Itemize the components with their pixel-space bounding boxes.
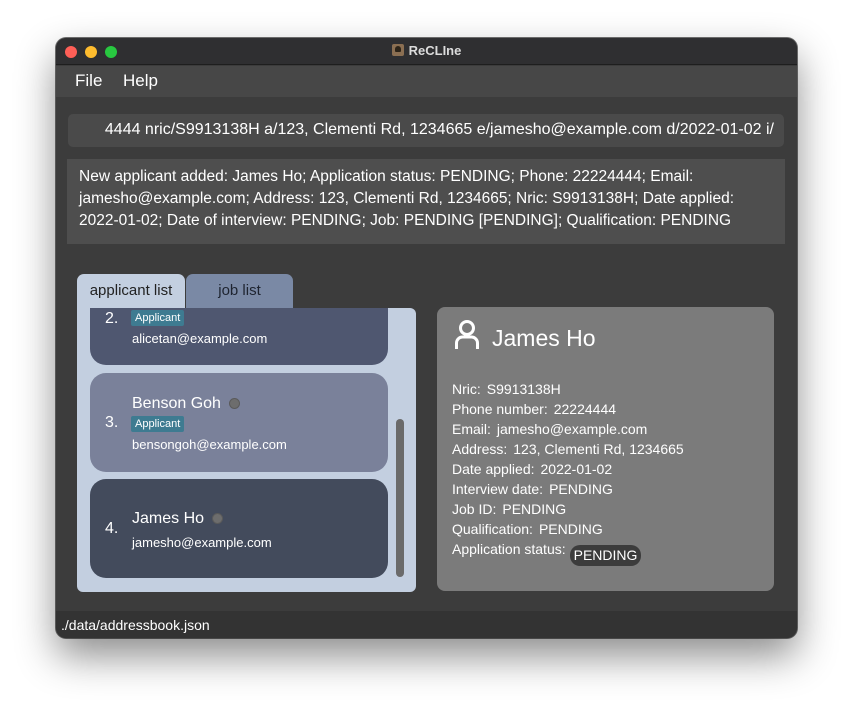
detail-row-address: Address: 123, Clementi Rd, 1234665 (452, 439, 684, 459)
detail-label: Qualification: (452, 521, 533, 537)
detail-label: Date applied: (452, 461, 535, 477)
title-bar: ReCLIne (56, 38, 797, 65)
applicant-tag: Applicant (131, 416, 185, 432)
detail-value: jamesho@example.com (496, 421, 648, 437)
detail-row-phone: Phone number: 22224444 (452, 399, 684, 419)
detail-label: Job ID: (452, 501, 497, 517)
applicant-index: 4. (105, 520, 119, 537)
applicant-name-wrap: James Ho (132, 510, 224, 528)
applicant-card-3[interactable]: 3. Benson Goh Applicant bensongoh@exampl… (90, 373, 388, 472)
applicant-name: James Ho (132, 510, 205, 527)
applicant-card-2[interactable]: 2. Applicant alicetan@example.com (90, 308, 388, 365)
detail-value: 123, Clementi Rd, 1234665 (513, 441, 684, 457)
app-icon (391, 44, 404, 56)
detail-label: Interview date: (452, 481, 544, 497)
applicant-card-4[interactable]: 4. James Ho jamesho@example.com (90, 479, 388, 578)
detail-row-nric: Nric: S9913138H (452, 379, 684, 399)
applicant-email: jamesho@example.com (132, 535, 272, 550)
menu-bar: File Help (56, 66, 797, 97)
applicant-email: bensongoh@example.com (132, 437, 287, 452)
applicant-name: Benson Goh (132, 395, 221, 412)
applicant-list-panel: 2. Applicant alicetan@example.com 3. Ben… (77, 308, 416, 592)
tab-applicant-list[interactable]: applicant list (77, 274, 185, 308)
detail-row-email: Email: jamesho@example.com (452, 419, 684, 439)
person-icon (455, 320, 479, 349)
detail-value: S9913138H (486, 381, 561, 397)
detail-value: PENDING (538, 521, 603, 537)
detail-name: James Ho (492, 325, 596, 351)
menu-file[interactable]: File (75, 71, 102, 91)
applicant-index: 3. (105, 414, 119, 431)
applicant-detail-panel: James Ho Nric: S9913138H Phone number: 222… (437, 307, 774, 591)
status-dot-icon (212, 513, 224, 524)
detail-label: Email: (452, 421, 491, 437)
command-input[interactable]: 4444 nric/S9913138H a/123, Clementi Rd, … (68, 114, 784, 147)
detail-value: 2022-01-02 (540, 461, 613, 477)
detail-row-qualification: Qualification: PENDING (452, 519, 684, 539)
list-scrollbar[interactable] (396, 419, 404, 577)
window-title: ReCLIne (408, 43, 462, 58)
detail-row-application-status: Application status: PENDING (452, 539, 684, 566)
status-bar: ./data/addressbook.json (56, 611, 797, 638)
command-input-text: 4444 nric/S9913138H a/123, Clementi Rd, … (104, 121, 774, 138)
detail-row-job-id: Job ID: PENDING (452, 499, 684, 519)
applicant-tag: Applicant (131, 310, 185, 326)
detail-value: PENDING (549, 481, 613, 497)
detail-value: PENDING (502, 501, 567, 517)
applicant-email: alicetan@example.com (132, 331, 268, 346)
detail-label: Nric: (452, 381, 481, 397)
detail-label: Application status: (452, 541, 566, 557)
tab-job-list[interactable]: job list (186, 274, 293, 308)
data-file-path: ./data/addressbook.json (61, 617, 210, 633)
applicant-index: 2. (105, 310, 119, 327)
result-message: New applicant added: James Ho; Applicati… (79, 168, 735, 229)
window-title-area: ReCLIne (56, 43, 797, 58)
detail-row-date-applied: Date applied: 2022-01-02 (452, 459, 684, 479)
detail-label: Phone number: (452, 401, 548, 417)
app-window: ReCLIne File Help 4444 nric/S9913138H a/… (56, 38, 797, 638)
detail-value: 22224444 (553, 401, 617, 417)
menu-help[interactable]: Help (123, 71, 158, 91)
detail-label: Address: (452, 441, 508, 457)
applicant-name-wrap: Benson Goh (132, 395, 240, 413)
status-badge: PENDING (569, 545, 642, 566)
detail-fields: Nric: S9913138H Phone number: 22224444 Ema… (452, 379, 684, 566)
status-dot-icon (228, 398, 240, 409)
detail-row-interview-date: Interview date: PENDING (452, 479, 684, 499)
result-display: New applicant added: James Ho; Applicati… (67, 159, 785, 244)
